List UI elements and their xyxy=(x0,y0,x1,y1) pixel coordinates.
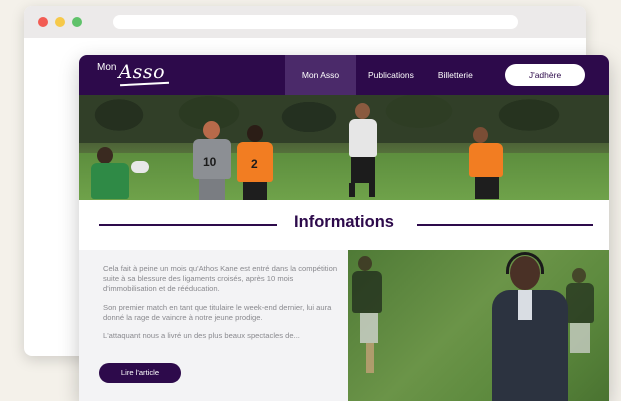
article-paragraph: Cela fait à peine un mois qu'Athos Kane … xyxy=(103,264,338,294)
read-article-button[interactable]: Lire l'article xyxy=(99,363,181,383)
maximize-window-icon[interactable] xyxy=(72,17,82,27)
section-header: Informations xyxy=(79,200,609,250)
article-text-column: Cela fait à peine un mois qu'Athos Kane … xyxy=(79,250,348,401)
article-photo-coach xyxy=(348,250,609,401)
article-paragraph: Son premier match en tant que titulaire … xyxy=(103,302,332,322)
close-window-icon[interactable] xyxy=(38,17,48,27)
nav-link-publications[interactable]: Publications xyxy=(356,55,426,95)
player-number-10: 10 xyxy=(187,121,237,200)
browser-titlebar xyxy=(24,6,586,38)
article-content: Cela fait à peine un mois qu'Athos Kane … xyxy=(79,250,609,401)
section-divider-right xyxy=(417,224,593,226)
site-logo[interactable]: Mon Asso xyxy=(97,61,165,83)
nav-link-mon-asso[interactable]: Mon Asso xyxy=(285,55,356,95)
nav-link-billetterie[interactable]: Billetterie xyxy=(426,55,485,95)
navbar: Mon Asso Mon Asso Publications Billetter… xyxy=(79,55,609,95)
player-goalkeeper xyxy=(91,147,151,200)
minimize-window-icon[interactable] xyxy=(55,17,65,27)
jersey-number: 2 xyxy=(251,157,258,171)
player-kicking xyxy=(341,99,387,199)
jersey-number: 10 xyxy=(203,155,217,169)
article-paragraph: L'attaquant nous a livré un des plus bea… xyxy=(103,331,300,341)
nav-links: Mon Asso Publications Billetterie xyxy=(285,55,485,95)
section-title: Informations xyxy=(294,213,394,231)
player-orange-right xyxy=(465,127,509,199)
player-number-2: 2 xyxy=(235,125,277,200)
website-card: Mon Asso Mon Asso Publications Billetter… xyxy=(79,55,609,401)
address-bar[interactable] xyxy=(113,15,518,29)
hero-football-photo: 10 2 xyxy=(79,95,609,200)
photo-player-background xyxy=(352,256,392,376)
photo-coach-with-headset xyxy=(490,250,570,401)
join-button[interactable]: J'adhère xyxy=(505,64,585,86)
logo-wordmark: Asso xyxy=(118,61,166,83)
logo-prefix: Mon xyxy=(97,62,117,73)
